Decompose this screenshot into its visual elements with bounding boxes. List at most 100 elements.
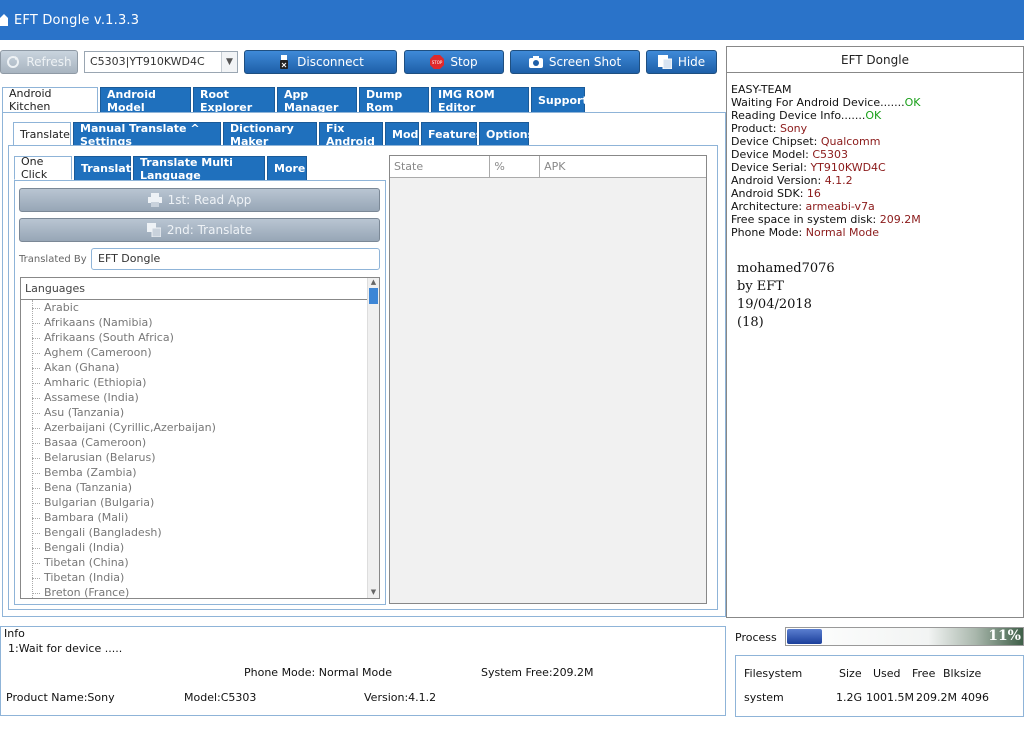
log-field: Device Serial: YT910KWD4C xyxy=(727,161,1023,174)
disconnect-button[interactable]: Disconnect xyxy=(244,50,397,74)
tab-android-model[interactable]: Android Model xyxy=(100,87,191,114)
log-field-value: C5303 xyxy=(812,148,849,161)
tab-manual-translate-settings[interactable]: Manual Translate ^ Settings xyxy=(73,122,221,148)
scroll-down-icon[interactable]: ▼ xyxy=(368,588,379,598)
language-item[interactable]: Belarusian (Belarus) xyxy=(21,451,379,466)
log-fields: Product: Sony Device Chipset: Qualcomm Dev… xyxy=(727,122,1023,239)
language-item[interactable]: Bambara (Mali) xyxy=(21,511,379,526)
language-item[interactable]: Bengali (India) xyxy=(21,541,379,556)
log-field: Device Chipset: Qualcomm xyxy=(727,135,1023,148)
languages-scrollbar[interactable]: ▲ ▼ xyxy=(367,278,379,598)
fs-header-used: Used xyxy=(873,667,901,680)
title-bar: EFT Dongle v.1.3.3 xyxy=(0,0,1024,40)
column-state[interactable]: State xyxy=(390,156,491,177)
refresh-button[interactable]: Refresh xyxy=(0,50,78,74)
languages-tree[interactable]: Languages Arabic Afrikaans (Namibia) Afrik… xyxy=(20,277,380,599)
language-item[interactable]: Tibetan (China) xyxy=(21,556,379,571)
fs-row-blksize: 4096 xyxy=(961,691,989,704)
fs-row-used: 1001.5M xyxy=(866,691,914,704)
log-waiting: Waiting For Android Device.......OK xyxy=(727,96,1023,109)
filesystem-panel xyxy=(735,655,1024,717)
log-field-value: Qualcomm xyxy=(820,135,881,148)
language-item[interactable]: Tibetan (India) xyxy=(21,571,379,586)
fs-header-filesystem: Filesystem xyxy=(744,667,803,680)
inner-tab-bar: One Click Translate Translate Multi Lang… xyxy=(14,155,307,182)
language-item[interactable]: Assamese (India) xyxy=(21,391,379,406)
tab-translate-multi-language[interactable]: Translate Multi Language xyxy=(133,156,265,182)
tab-dump-rom[interactable]: Dump Rom xyxy=(359,87,429,114)
log-field: Android SDK: 16 xyxy=(727,187,1023,200)
log-reading-label: Reading Device Info....... xyxy=(731,109,866,122)
progress-fill xyxy=(787,629,822,644)
translated-by-value: EFT Dongle xyxy=(98,252,161,265)
language-item[interactable]: Azerbaijani (Cyrillic,Azerbaijan) xyxy=(21,421,379,436)
tab-fix-android[interactable]: Fix Android xyxy=(319,122,383,148)
process-label: Process xyxy=(735,631,777,644)
printer-icon xyxy=(147,193,162,207)
translated-by-input[interactable]: EFT Dongle xyxy=(91,248,380,270)
language-item[interactable]: Breton (France) xyxy=(21,586,379,598)
language-item[interactable]: Bena (Tanzania) xyxy=(21,481,379,496)
language-item[interactable]: Afrikaans (South Africa) xyxy=(21,331,379,346)
tab-dictionary-maker[interactable]: Dictionary Maker xyxy=(223,122,317,148)
log-field: Architecture: armeabi-v7a xyxy=(727,200,1023,213)
language-item[interactable]: Aghem (Cameroon) xyxy=(21,346,379,361)
stop-button[interactable]: STOP Stop xyxy=(404,50,504,74)
hide-button[interactable]: Hide xyxy=(646,50,717,74)
language-item[interactable]: Akan (Ghana) xyxy=(21,361,379,376)
tab-options[interactable]: Options xyxy=(479,122,534,146)
languages-header: Languages xyxy=(21,278,379,300)
fs-header-blksize: Blksize xyxy=(943,667,982,680)
log-spacer xyxy=(727,239,1023,261)
log-note: mohamed7076 xyxy=(737,261,835,276)
log-field-value: armeabi-v7a xyxy=(805,200,875,213)
hide-label: Hide xyxy=(677,55,706,69)
tab-support[interactable]: Support xyxy=(531,87,588,113)
language-item[interactable]: Amharic (Ethiopia) xyxy=(21,376,379,391)
log-field-label: Phone Mode: xyxy=(731,226,806,239)
apk-state-grid[interactable]: State % APK xyxy=(389,155,707,604)
info-version: Version:4.1.2 xyxy=(364,691,437,704)
language-item[interactable]: Basaa (Cameroon) xyxy=(21,436,379,451)
screenshot-button[interactable]: Screen Shot xyxy=(510,50,640,74)
tab-android-kitchen[interactable]: Android Kitchen xyxy=(2,87,98,113)
tab-root-explorer[interactable]: Root Explorer xyxy=(193,87,275,114)
tab-img-rom-editor[interactable]: IMG ROM Editor xyxy=(431,87,529,114)
language-item[interactable]: Bengali (Bangladesh) xyxy=(21,526,379,541)
translate-button[interactable]: 2nd: Translate xyxy=(19,218,380,242)
read-app-button[interactable]: 1st: Read App xyxy=(19,188,380,212)
language-item[interactable]: Bemba (Zambia) xyxy=(21,466,379,481)
translated-by-label: Translated By xyxy=(19,254,87,265)
tab-app-manager[interactable]: App Manager xyxy=(277,87,357,114)
tab-more[interactable]: More xyxy=(267,156,307,180)
process-progress-bar: 11% xyxy=(785,627,1024,646)
tab-features[interactable]: Features xyxy=(421,122,482,146)
tab-translate-inner[interactable]: Translate xyxy=(74,156,138,180)
scroll-up-icon[interactable]: ▲ xyxy=(368,278,379,288)
log-field: Free space in system disk: 209.2M xyxy=(727,213,1023,226)
chevron-down-icon[interactable]: ▼ xyxy=(221,52,237,72)
log-note: 19/04/2018 xyxy=(737,297,812,312)
main-tab-bar: Android Kitchen Android Model Root Explo… xyxy=(2,87,588,114)
log-field: Android Version: 4.1.2 xyxy=(727,174,1023,187)
log-panel-title: EFT Dongle xyxy=(727,47,1023,73)
language-item[interactable]: Arabic xyxy=(21,301,379,316)
tab-translate[interactable]: Translate xyxy=(13,122,71,146)
usb-icon xyxy=(280,55,289,69)
refresh-icon xyxy=(7,56,20,68)
scrollbar-thumb[interactable] xyxy=(369,288,378,304)
language-item[interactable]: Afrikaans (Namibia) xyxy=(21,316,379,331)
language-item[interactable]: Asu (Tanzania) xyxy=(21,406,379,421)
log-team: EASY-TEAM xyxy=(731,83,792,96)
log-field-value: 4.1.2 xyxy=(824,174,853,187)
log-field-label: Device Model: xyxy=(731,148,813,161)
tab-one-click[interactable]: One Click xyxy=(14,155,72,181)
device-select[interactable]: C5303|YT910KWD4C ▼ xyxy=(84,51,238,73)
language-item[interactable]: Bulgarian (Bulgaria) xyxy=(21,496,379,511)
column-percent[interactable]: % xyxy=(490,156,541,177)
tab-mod[interactable]: Mod xyxy=(385,122,419,146)
screenshot-label: Screen Shot xyxy=(548,55,622,69)
translate-label: 2nd: Translate xyxy=(166,223,253,237)
svg-text:STOP: STOP xyxy=(432,60,443,65)
column-apk[interactable]: APK xyxy=(540,156,706,177)
